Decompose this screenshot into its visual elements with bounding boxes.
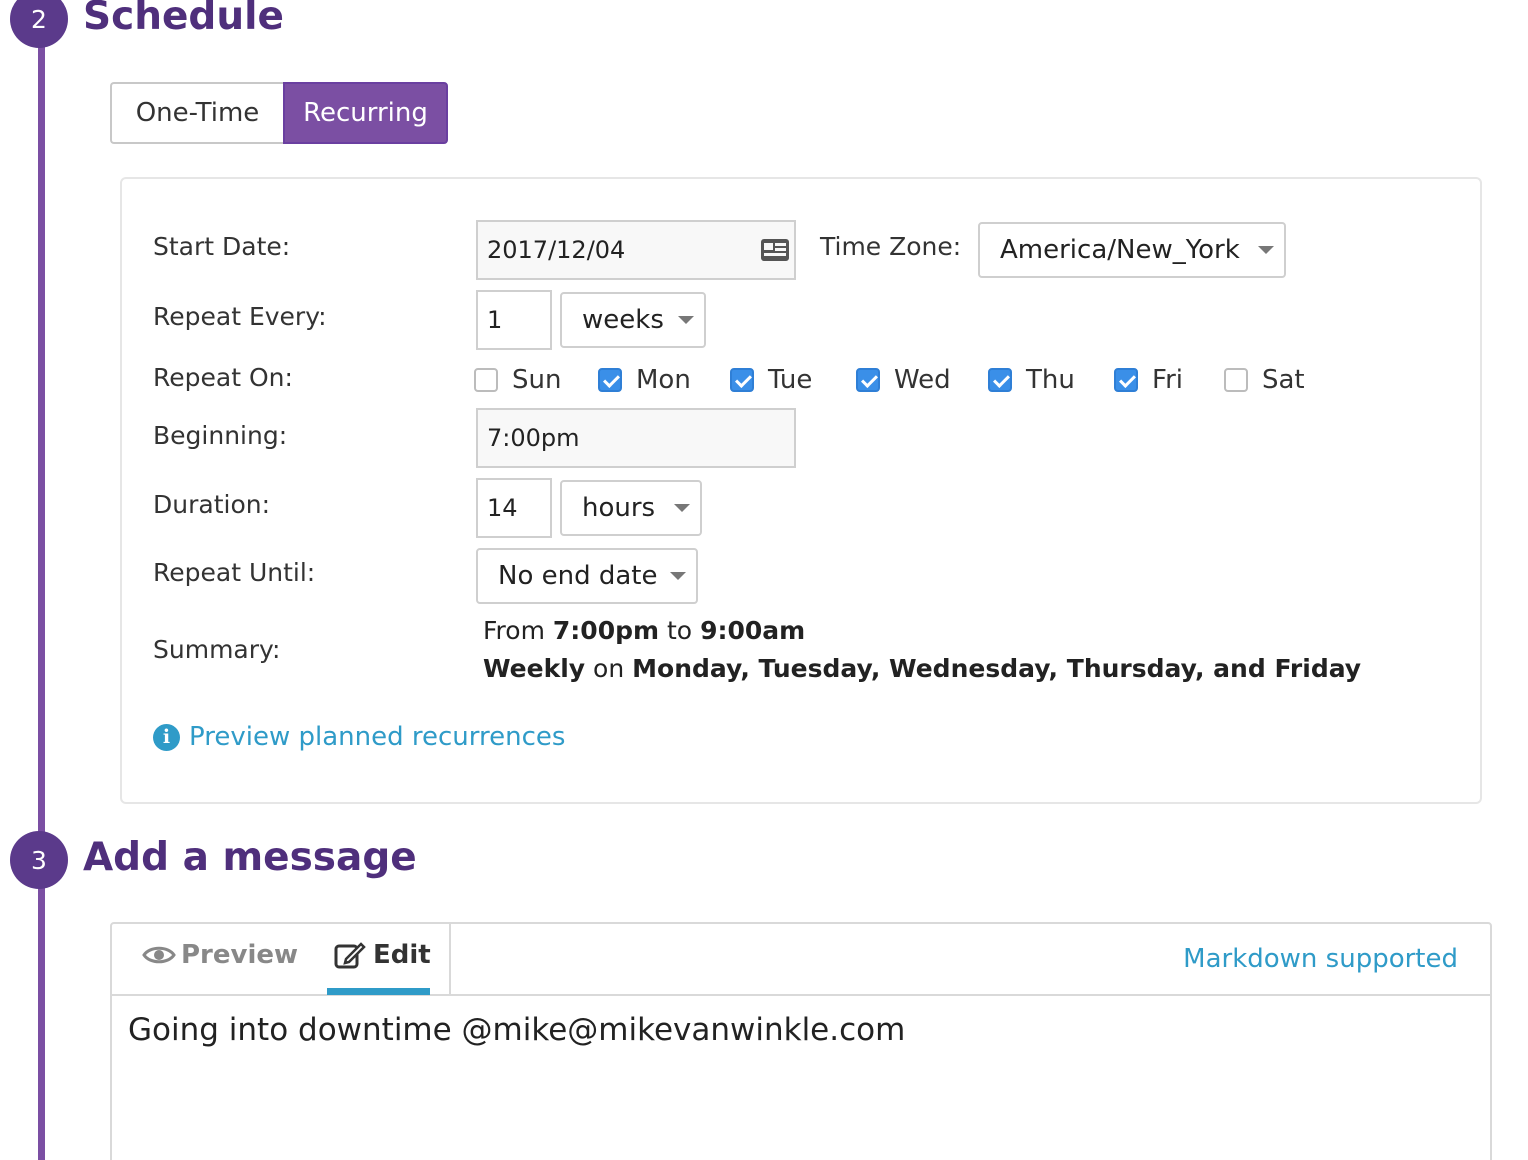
- preview-link-text: Preview planned recurrences: [189, 722, 566, 752]
- repeat-every-input[interactable]: 1: [476, 290, 552, 350]
- summary-days: Monday, Tuesday, Wednesday, Thursday, an…: [632, 654, 1362, 683]
- recurring-button[interactable]: Recurring: [283, 82, 448, 144]
- repeat-until-value: No end date: [498, 561, 658, 591]
- active-tab-indicator: [327, 988, 430, 995]
- tab-preview-label: Preview: [181, 940, 299, 970]
- day-option-fri[interactable]: Fri: [1114, 362, 1183, 398]
- day-label: Sat: [1262, 365, 1305, 395]
- day-label: Tue: [768, 365, 813, 395]
- tab-edit[interactable]: Edit: [334, 940, 431, 970]
- tab-preview[interactable]: Preview: [142, 940, 298, 970]
- message-tabs: Preview Edit Markdown supported: [112, 924, 1490, 996]
- schedule-type-toggle: One-Time Recurring: [110, 82, 448, 144]
- chevron-down-icon: [678, 316, 694, 324]
- checkbox[interactable]: [730, 368, 754, 392]
- duration-input[interactable]: 14: [476, 478, 552, 538]
- time-zone-value: America/New_York: [1000, 235, 1240, 265]
- checkbox[interactable]: [1224, 368, 1248, 392]
- day-option-mon[interactable]: Mon: [598, 362, 691, 398]
- summary-to-word: to: [667, 616, 693, 645]
- start-date-input[interactable]: 2017/12/04: [476, 220, 796, 280]
- timeline-line: [38, 30, 45, 1160]
- info-icon: i: [153, 723, 180, 751]
- repeat-every-value: 1: [487, 306, 503, 334]
- tab-edit-label: Edit: [373, 940, 431, 970]
- message-textarea[interactable]: Going into downtime @mike@mikevanwinkle.…: [128, 1012, 905, 1048]
- start-date-label: Start Date:: [153, 232, 291, 261]
- day-option-sun[interactable]: Sun: [474, 362, 561, 398]
- eye-icon: [142, 946, 176, 964]
- edit-icon: [334, 942, 366, 969]
- step-number-badge: 3: [10, 831, 68, 889]
- day-label: Wed: [894, 365, 951, 395]
- chevron-down-icon: [670, 572, 686, 580]
- chevron-down-icon: [674, 504, 690, 512]
- duration-unit-value: hours: [582, 493, 656, 523]
- checkbox[interactable]: [474, 368, 498, 392]
- step-number-badge: 2: [10, 0, 68, 48]
- day-label: Fri: [1152, 365, 1183, 395]
- duration-value: 14: [487, 494, 518, 522]
- calendar-icon[interactable]: [760, 238, 790, 262]
- markdown-supported-link[interactable]: Markdown supported: [1183, 944, 1458, 974]
- summary-recurrence: Weekly on Monday, Tuesday, Wednesday, Th…: [483, 654, 1361, 683]
- summary-time-range: From 7:00pm to 9:00am: [483, 616, 805, 645]
- beginning-label: Beginning:: [153, 421, 288, 450]
- repeat-unit-value: weeks: [582, 305, 664, 335]
- message-editor: Preview Edit Markdown supported Going in…: [110, 922, 1492, 1160]
- day-option-thu[interactable]: Thu: [988, 362, 1075, 398]
- section-title-schedule: Schedule: [83, 0, 284, 39]
- repeat-every-label: Repeat Every:: [153, 302, 327, 331]
- day-option-sat[interactable]: Sat: [1224, 362, 1305, 398]
- day-option-tue[interactable]: Tue: [730, 362, 812, 398]
- repeat-on-label: Repeat On:: [153, 363, 293, 392]
- summary-on-word: on: [593, 654, 625, 683]
- tab-divider: [449, 924, 451, 996]
- summary-frequency: Weekly: [483, 654, 586, 683]
- summary-label: Summary:: [153, 635, 281, 664]
- time-zone-select[interactable]: America/New_York: [978, 222, 1286, 278]
- checkbox[interactable]: [1114, 368, 1138, 392]
- day-label: Thu: [1026, 365, 1075, 395]
- beginning-time-input[interactable]: 7:00pm: [476, 408, 796, 468]
- repeat-unit-select[interactable]: weeks: [560, 292, 706, 348]
- duration-label: Duration:: [153, 490, 271, 519]
- checkbox[interactable]: [856, 368, 880, 392]
- duration-unit-select[interactable]: hours: [560, 480, 702, 536]
- beginning-time-value: 7:00pm: [487, 424, 580, 452]
- summary-start-time: 7:00pm: [552, 616, 660, 645]
- checkbox[interactable]: [598, 368, 622, 392]
- preview-recurrences-link[interactable]: i Preview planned recurrences: [153, 722, 565, 752]
- repeat-until-label: Repeat Until:: [153, 558, 316, 587]
- section-title-message: Add a message: [83, 835, 417, 880]
- summary-from-prefix: From: [483, 616, 545, 645]
- day-label: Mon: [636, 365, 691, 395]
- one-time-button[interactable]: One-Time: [110, 82, 283, 144]
- day-label: Sun: [512, 365, 562, 395]
- start-date-value: 2017/12/04: [487, 236, 626, 264]
- repeat-until-select[interactable]: No end date: [476, 548, 698, 604]
- day-option-wed[interactable]: Wed: [856, 362, 951, 398]
- checkbox[interactable]: [988, 368, 1012, 392]
- time-zone-label: Time Zone:: [820, 232, 962, 261]
- chevron-down-icon: [1258, 246, 1274, 254]
- summary-end-time: 9:00am: [700, 616, 806, 645]
